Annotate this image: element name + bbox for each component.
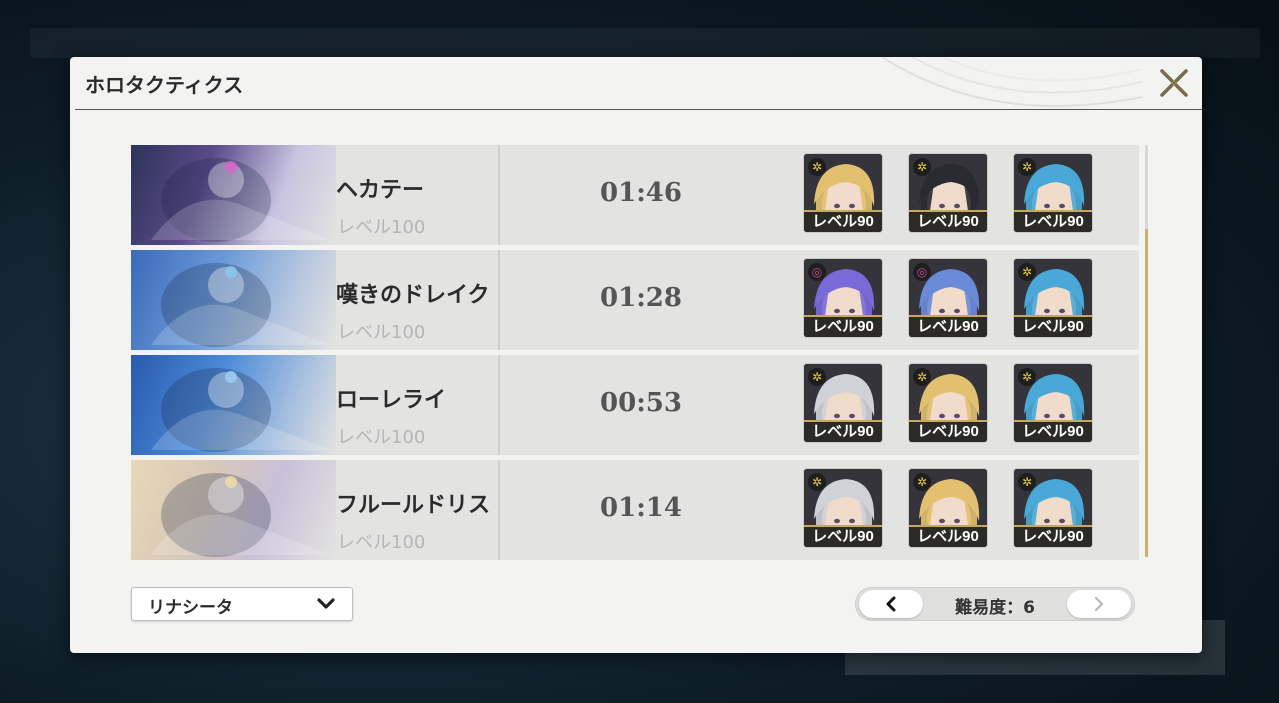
boss-portrait xyxy=(131,145,336,245)
boss-name: ローレライ xyxy=(336,388,447,413)
team-member-card[interactable]: ✲ レベル90 xyxy=(1014,154,1092,232)
team-member-card[interactable]: ◎ レベル90 xyxy=(804,259,882,337)
character-level: レベル90 xyxy=(804,420,882,442)
chevron-left-icon xyxy=(886,596,896,612)
boss-silhouette xyxy=(151,368,331,452)
record-row[interactable]: フルールドリス レベル100 01:14 ✲ レベル90 ✲ レベル90 ✲ レ… xyxy=(131,460,1139,560)
spectro-element-icon: ✲ xyxy=(913,368,931,386)
spectro-element-icon: ✲ xyxy=(808,368,826,386)
close-button[interactable] xyxy=(1156,65,1192,101)
close-icon xyxy=(1160,69,1188,97)
boss-level: レベル100 xyxy=(337,322,426,343)
holotactics-modal: ホロタクティクス ヘカテー レベル100 01:46 ✲ レベル90 ✲ レベル… xyxy=(70,57,1202,653)
chevron-down-icon xyxy=(317,598,335,609)
character-level: レベル90 xyxy=(909,315,987,337)
team-member-card[interactable]: ✲ レベル90 xyxy=(909,154,987,232)
list-scrollbar[interactable] xyxy=(1145,145,1148,557)
character-level: レベル90 xyxy=(1014,420,1092,442)
boss-name: ヘカテー xyxy=(336,178,425,203)
clear-time: 01:28 xyxy=(600,283,682,313)
boss-level: レベル100 xyxy=(337,427,426,448)
boss-level: レベル100 xyxy=(337,217,426,238)
team-lineup: ✲ レベル90 ✲ レベル90 ✲ レベル90 xyxy=(804,364,1119,442)
character-level: レベル90 xyxy=(804,525,882,547)
character-level: レベル90 xyxy=(909,210,987,232)
modal-title: ホロタクティクス xyxy=(85,73,244,97)
record-row[interactable]: ローレライ レベル100 00:53 ✲ レベル90 ✲ レベル90 ✲ レベル… xyxy=(131,355,1139,455)
team-member-card[interactable]: ✲ レベル90 xyxy=(804,364,882,442)
clear-time: 00:53 xyxy=(600,388,682,418)
havoc-element-icon: ◎ xyxy=(808,263,826,281)
row-divider xyxy=(498,145,500,245)
team-member-card[interactable]: ✲ レベル90 xyxy=(1014,469,1092,547)
record-row[interactable]: 嘆きのドレイク レベル100 01:28 ◎ レベル90 ◎ レベル90 ✲ レ… xyxy=(131,250,1139,350)
spectro-element-icon: ✲ xyxy=(808,158,826,176)
spectro-element-icon: ✲ xyxy=(1018,368,1036,386)
boss-level: レベル100 xyxy=(337,532,426,553)
boss-name: フルールドリス xyxy=(336,493,491,518)
chevron-right-icon xyxy=(1094,596,1104,612)
team-member-card[interactable]: ◎ レベル90 xyxy=(909,259,987,337)
difficulty-label: 難易度：6 xyxy=(955,598,1035,618)
character-level: レベル90 xyxy=(1014,525,1092,547)
boss-portrait xyxy=(131,355,336,455)
row-divider xyxy=(498,460,500,560)
character-level: レベル90 xyxy=(804,315,882,337)
scrollbar-thumb[interactable] xyxy=(1145,229,1148,557)
character-level: レベル90 xyxy=(804,210,882,232)
record-list: ヘカテー レベル100 01:46 ✲ レベル90 ✲ レベル90 ✲ レベル9… xyxy=(131,145,1139,565)
team-member-card[interactable]: ✲ レベル90 xyxy=(909,469,987,547)
row-divider xyxy=(498,250,500,350)
record-row[interactable]: ヘカテー レベル100 01:46 ✲ レベル90 ✲ レベル90 ✲ レベル9… xyxy=(131,145,1139,245)
team-member-card[interactable]: ✲ レベル90 xyxy=(804,469,882,547)
background-topbar xyxy=(30,28,1260,58)
spectro-element-icon: ✲ xyxy=(808,473,826,491)
boss-portrait xyxy=(131,250,336,350)
boss-silhouette xyxy=(151,263,331,347)
region-dropdown[interactable]: リナシータ xyxy=(131,587,353,621)
difficulty-pager: 難易度：6 xyxy=(855,587,1135,621)
title-decoration xyxy=(881,57,1142,107)
team-member-card[interactable]: ✲ レベル90 xyxy=(909,364,987,442)
team-lineup: ✲ レベル90 ✲ レベル90 ✲ レベル90 xyxy=(804,154,1119,232)
team-member-card[interactable]: ✲ レベル90 xyxy=(1014,259,1092,337)
team-member-card[interactable]: ✲ レベル90 xyxy=(1014,364,1092,442)
character-level: レベル90 xyxy=(1014,210,1092,232)
spectro-element-icon: ✲ xyxy=(1018,158,1036,176)
title-divider xyxy=(75,109,1202,110)
spectro-element-icon: ✲ xyxy=(1018,473,1036,491)
next-difficulty-button[interactable] xyxy=(1067,590,1131,618)
character-level: レベル90 xyxy=(1014,315,1092,337)
team-lineup: ✲ レベル90 ✲ レベル90 ✲ レベル90 xyxy=(804,469,1119,547)
clear-time: 01:14 xyxy=(600,493,682,523)
region-dropdown-value: リナシータ xyxy=(148,598,233,618)
team-lineup: ◎ レベル90 ◎ レベル90 ✲ レベル90 xyxy=(804,259,1119,337)
team-member-card[interactable]: ✲ レベル90 xyxy=(804,154,882,232)
boss-silhouette xyxy=(151,473,331,557)
spectro-element-icon: ✲ xyxy=(913,158,931,176)
prev-difficulty-button[interactable] xyxy=(859,590,923,618)
boss-portrait xyxy=(131,460,336,560)
spectro-element-icon: ✲ xyxy=(1018,263,1036,281)
clear-time: 01:46 xyxy=(600,178,682,208)
character-level: レベル90 xyxy=(909,525,987,547)
boss-name: 嘆きのドレイク xyxy=(336,283,490,308)
row-divider xyxy=(498,355,500,455)
havoc-element-icon: ◎ xyxy=(913,263,931,281)
spectro-element-icon: ✲ xyxy=(913,473,931,491)
character-level: レベル90 xyxy=(909,420,987,442)
boss-silhouette xyxy=(151,158,331,242)
